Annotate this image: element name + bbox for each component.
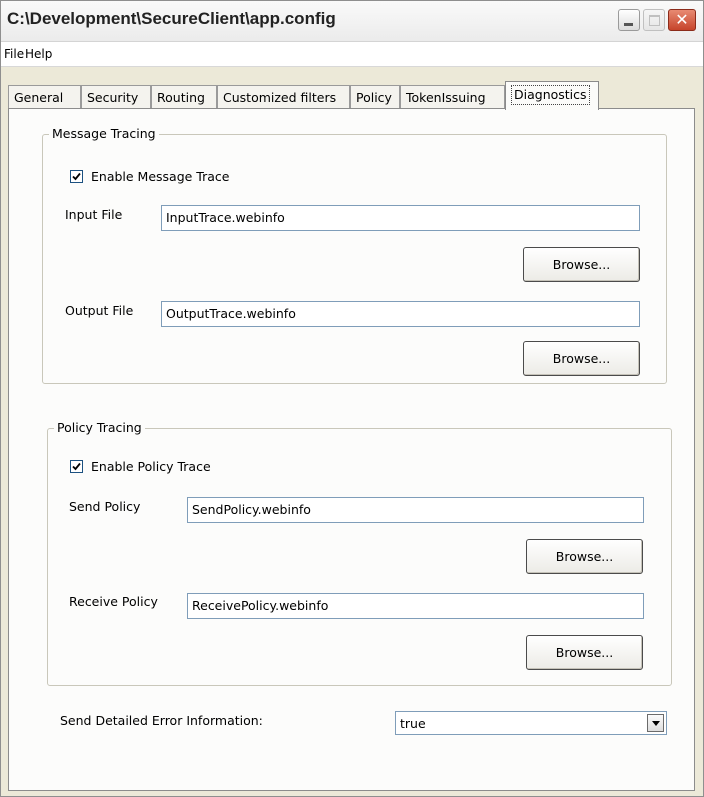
window-title: C:\Development\SecureClient\app.config (7, 9, 336, 28)
tab-label: Routing (157, 90, 205, 105)
title-bar[interactable]: C:\Development\SecureClient\app.config ✕ (1, 1, 703, 42)
tab-label: TokenIssuing (406, 90, 486, 105)
receive-browse-button[interactable]: Browse... (526, 635, 643, 670)
input-file-label: Input File (65, 207, 123, 222)
tab-tokenissuing[interactable]: TokenIssuing (400, 85, 505, 109)
enable-policy-trace-label: Enable Policy Trace (91, 459, 211, 474)
error-info-value: true (400, 716, 426, 731)
tab-policy[interactable]: Policy (350, 85, 400, 109)
menu-bar: File Help (1, 42, 703, 67)
app-window: C:\Development\SecureClient\app.config ✕… (0, 0, 704, 797)
tab-security[interactable]: Security (81, 85, 151, 109)
error-info-label: Send Detailed Error Information: (60, 713, 263, 728)
tab-routing[interactable]: Routing (151, 85, 217, 109)
policy-tracing-legend: Policy Tracing (54, 420, 145, 435)
enable-message-trace-label: Enable Message Trace (91, 169, 230, 184)
chevron-down-icon[interactable] (647, 714, 664, 732)
receive-policy-field[interactable]: ReceivePolicy.webinfo (187, 593, 644, 619)
close-icon: ✕ (675, 10, 689, 29)
message-tracing-group: Message Tracing Enable Message Trace Inp… (42, 126, 667, 384)
tab-label: Customized filters (223, 90, 337, 105)
tab-customized-filters[interactable]: Customized filters (217, 85, 350, 109)
message-tracing-legend: Message Tracing (49, 126, 159, 141)
output-file-field[interactable]: OutputTrace.webinfo (161, 301, 640, 327)
tab-label: Policy (356, 90, 392, 105)
error-info-select[interactable]: true (395, 711, 667, 735)
checkbox-box[interactable] (70, 460, 83, 473)
receive-policy-label: Receive Policy (69, 594, 158, 609)
close-button[interactable]: ✕ (668, 9, 696, 31)
tab-label: Security (87, 90, 139, 105)
diagnostics-panel: Message Tracing Enable Message Trace Inp… (8, 108, 695, 791)
checkmark-icon (72, 172, 81, 181)
menu-file[interactable]: File (4, 47, 24, 61)
tab-diagnostics[interactable]: Diagnostics (505, 81, 599, 110)
tab-general[interactable]: General (8, 85, 81, 109)
send-browse-button[interactable]: Browse... (526, 539, 643, 574)
output-browse-button[interactable]: Browse... (523, 341, 640, 376)
send-policy-field[interactable]: SendPolicy.webinfo (187, 497, 644, 523)
output-file-label: Output File (65, 303, 134, 318)
input-browse-button[interactable]: Browse... (523, 247, 640, 282)
menu-help[interactable]: Help (25, 47, 52, 61)
input-file-field[interactable]: InputTrace.webinfo (161, 205, 640, 231)
maximize-button[interactable] (643, 9, 665, 31)
checkbox-box[interactable] (70, 170, 83, 183)
policy-tracing-group: Policy Tracing Enable Policy Trace Send … (47, 420, 672, 686)
checkmark-icon (72, 462, 81, 471)
minimize-button[interactable] (618, 9, 640, 31)
tab-label: General (14, 90, 64, 105)
send-policy-label: Send Policy (69, 499, 141, 514)
tab-label: Diagnostics (511, 85, 590, 105)
